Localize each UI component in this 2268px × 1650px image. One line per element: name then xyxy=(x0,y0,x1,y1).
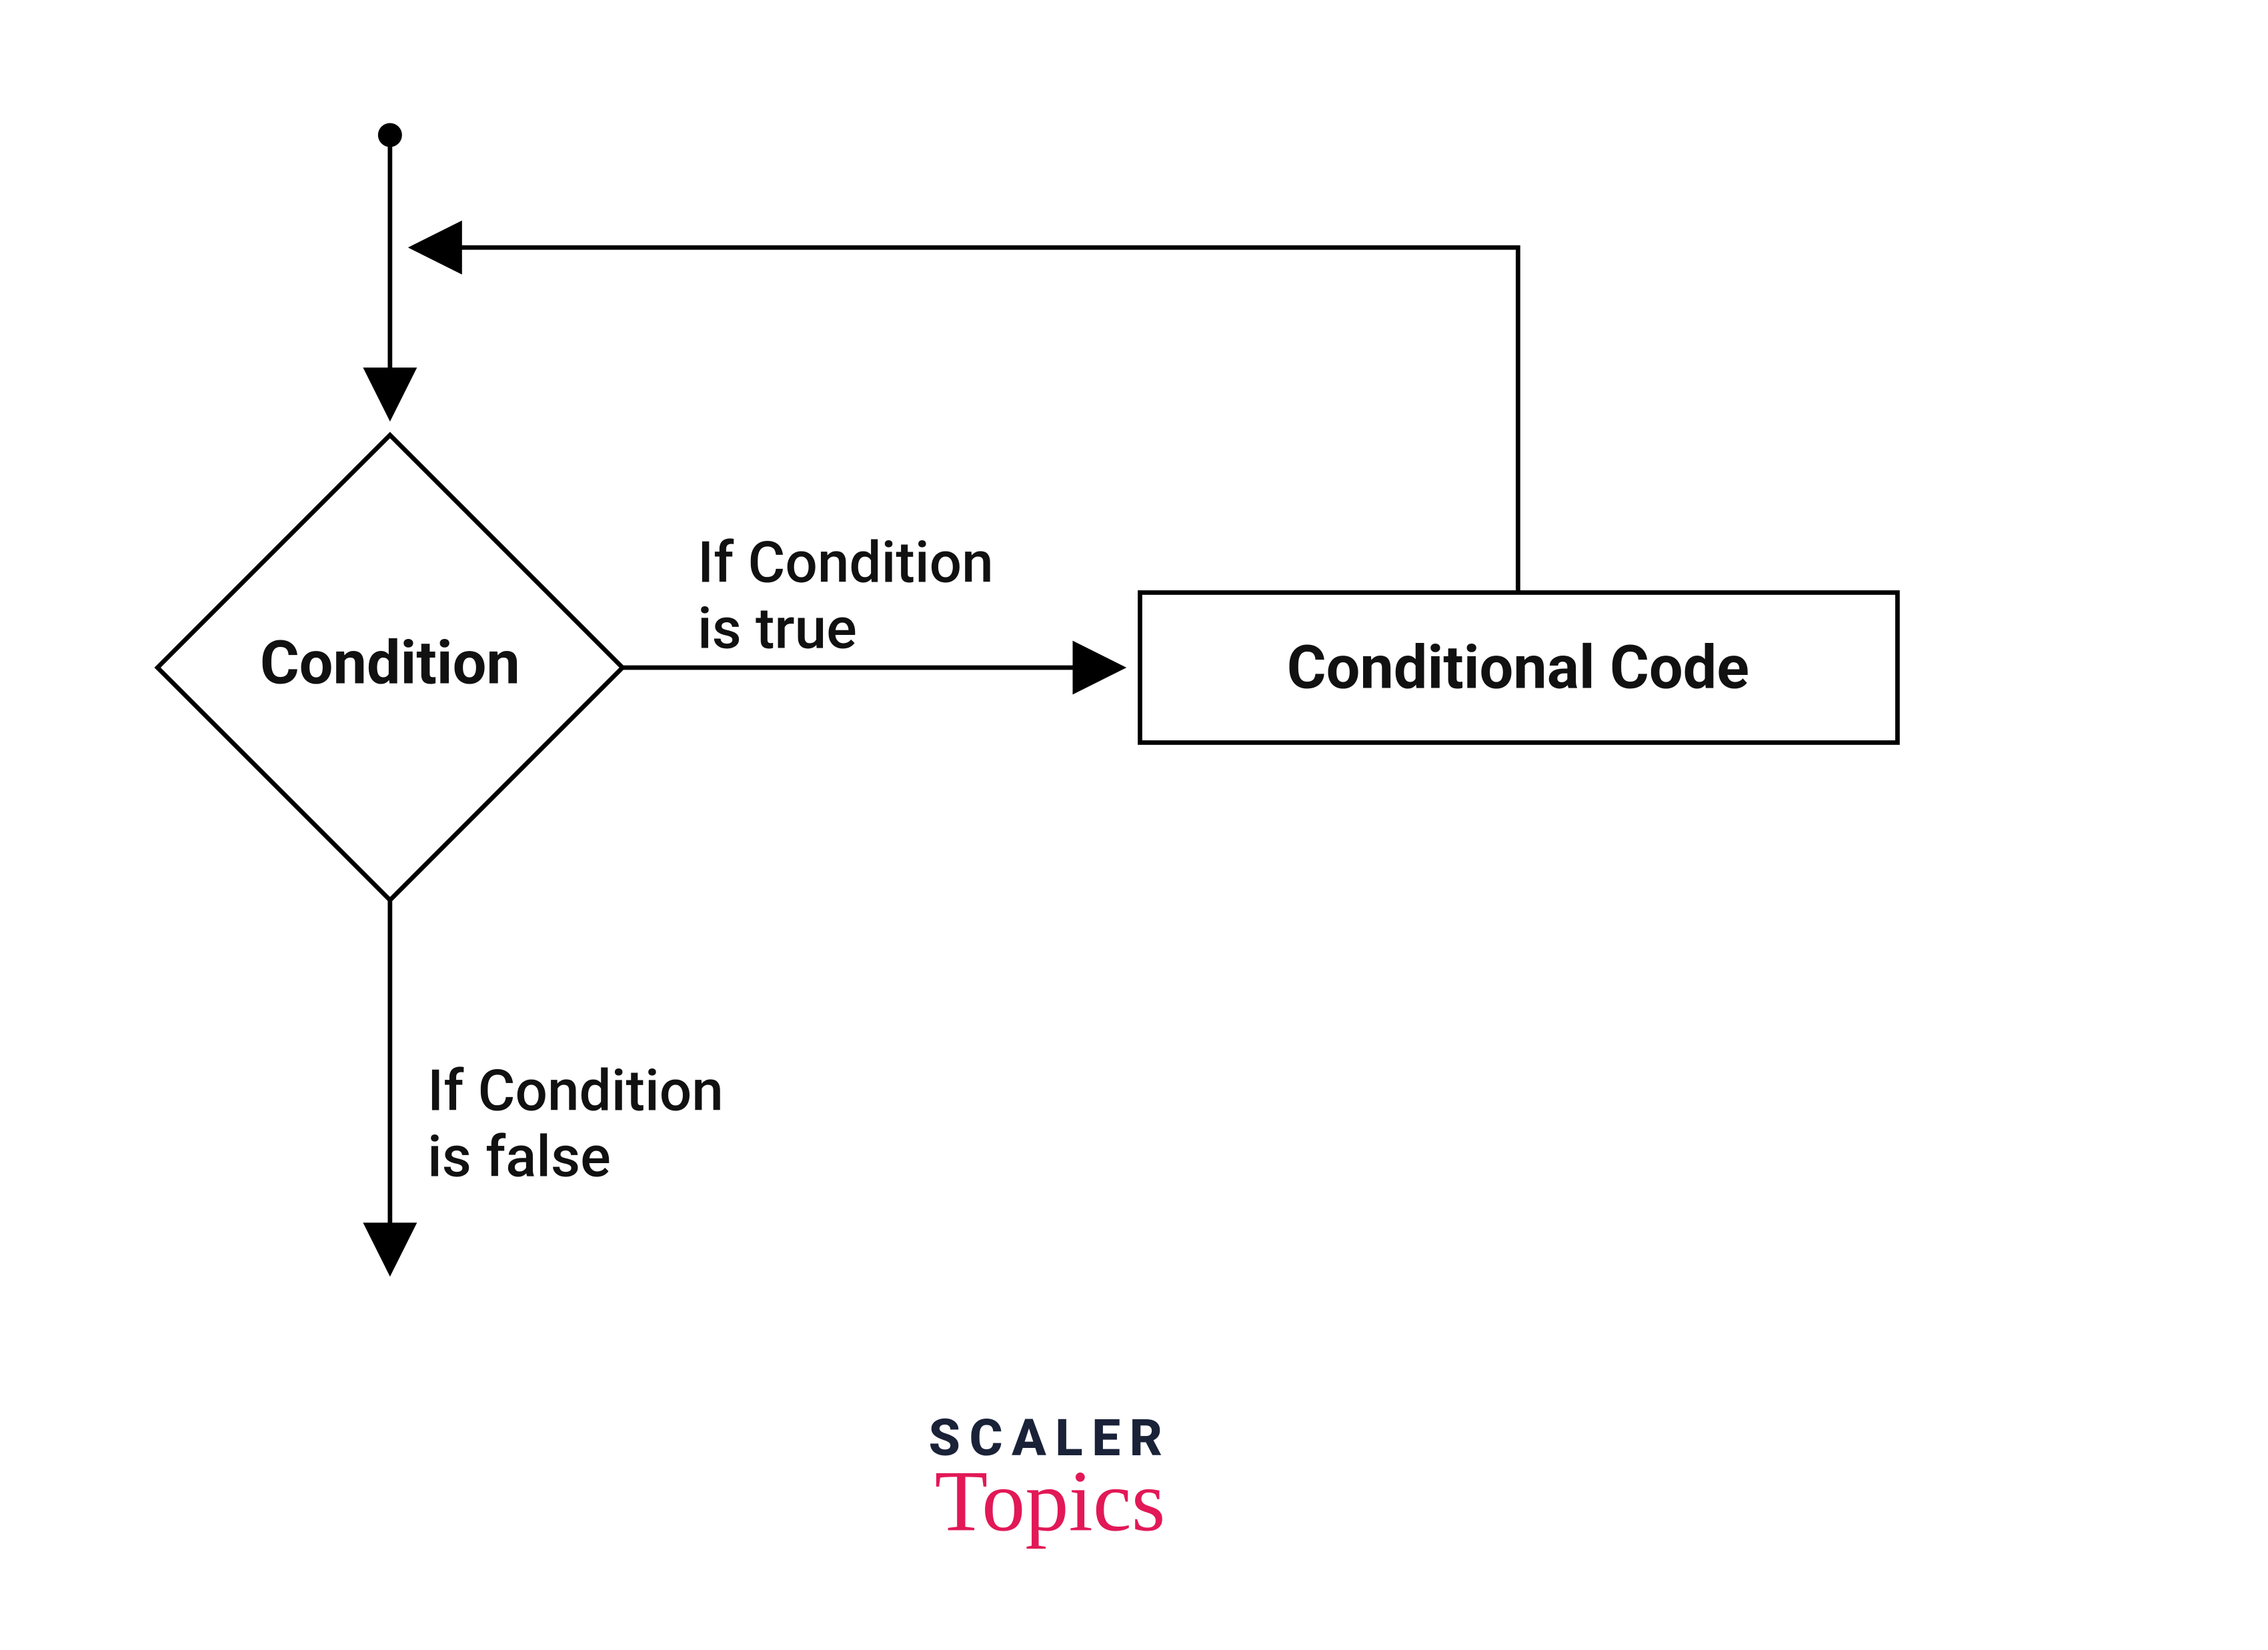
false-label-line2: is false xyxy=(427,1123,611,1190)
code-label: Conditional Code xyxy=(1287,632,1749,702)
true-label-line2: is true xyxy=(698,596,857,662)
flowchart-diagram: Condition If Condition is true Condition… xyxy=(0,0,2268,1650)
conditional-code-node: Conditional Code xyxy=(1140,592,1897,742)
scaler-topics-logo: SCALER Topics xyxy=(929,1408,1172,1549)
false-label-line1: If Condition xyxy=(427,1058,724,1124)
condition-label: Condition xyxy=(260,628,520,698)
condition-node: Condition xyxy=(157,435,622,900)
topics-text: Topics xyxy=(935,1453,1166,1549)
true-label-line1: If Condition xyxy=(698,530,994,596)
